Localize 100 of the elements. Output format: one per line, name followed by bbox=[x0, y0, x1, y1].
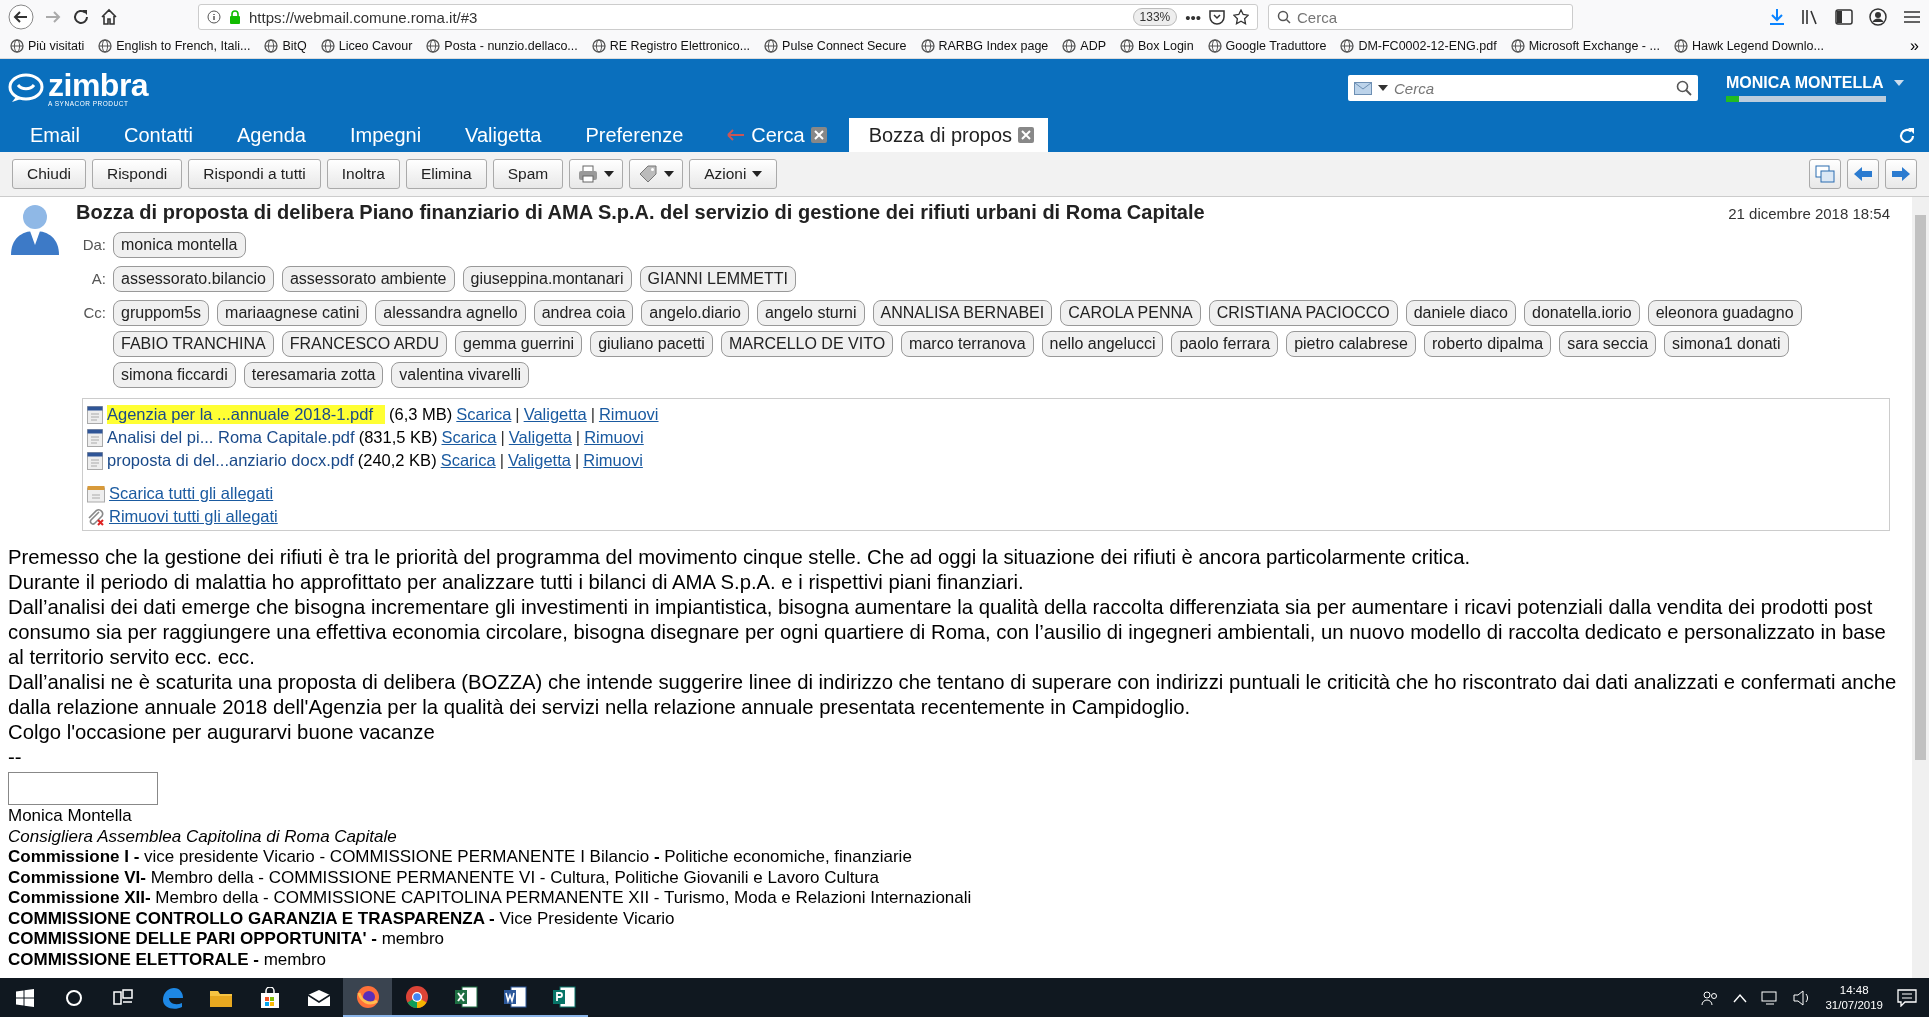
address-chip[interactable]: eleonora guadagno bbox=[1647, 300, 1802, 326]
address-chip[interactable]: nello angelucci bbox=[1041, 331, 1164, 357]
address-chip[interactable]: giuseppina.montanari bbox=[462, 266, 632, 292]
app-tab[interactable]: Email bbox=[8, 118, 102, 152]
shopping-bag-icon[interactable] bbox=[258, 986, 281, 1009]
attachment-name[interactable]: proposta di del...anziario docx.pdf bbox=[107, 451, 354, 470]
search-icon[interactable] bbox=[1676, 80, 1692, 96]
app-tab[interactable]: Agenda bbox=[214, 118, 328, 152]
attachment-link[interactable]: Valigetta bbox=[507, 451, 571, 470]
attachment-link[interactable]: Scarica bbox=[440, 451, 496, 470]
address-chip[interactable]: paolo ferrara bbox=[1171, 331, 1279, 357]
search-icon[interactable] bbox=[64, 988, 83, 1007]
sidebar-icon[interactable] bbox=[1835, 9, 1853, 25]
message-tab[interactable]: Bozza di propos bbox=[848, 118, 1049, 152]
browser-icon[interactable] bbox=[355, 984, 380, 1009]
toolbar-button[interactable]: Spam bbox=[492, 159, 564, 189]
bookmark-link[interactable]: Più visitati bbox=[28, 39, 85, 53]
address-chip[interactable]: gemma guerrini bbox=[455, 331, 583, 357]
bookmark-link[interactable]: BitQ bbox=[282, 39, 307, 53]
circle-logo-icon[interactable] bbox=[404, 984, 429, 1009]
address-chip[interactable]: angelo sturni bbox=[756, 300, 865, 326]
tab-label[interactable]: Bozza di propos bbox=[868, 123, 1013, 147]
address-chip[interactable]: simona ficcardi bbox=[113, 362, 236, 388]
menu-icon[interactable] bbox=[1903, 10, 1921, 24]
scrollbar[interactable] bbox=[1912, 197, 1929, 978]
bookmark-link[interactable]: Hawk Legend Downlo... bbox=[1691, 39, 1824, 53]
toolbar-button[interactable]: Rispondi a tutti bbox=[188, 159, 321, 189]
toolbar-button[interactable]: Chiudi bbox=[12, 159, 86, 189]
previous-button[interactable] bbox=[1847, 159, 1879, 189]
bookmark-link[interactable]: ADP bbox=[1080, 39, 1106, 53]
bookmark-link[interactable]: RARBG Index page bbox=[938, 39, 1049, 53]
download-all-link[interactable]: Scarica tutti gli allegati bbox=[109, 484, 274, 503]
address-chip[interactable]: roberto dipalma bbox=[1424, 331, 1552, 357]
bookmark-link[interactable]: Google Traduttore bbox=[1225, 39, 1327, 53]
chevron-up-icon[interactable] bbox=[1733, 992, 1748, 1003]
search-tab[interactable]: Cerca bbox=[705, 118, 849, 152]
people-icon[interactable] bbox=[1701, 989, 1720, 1006]
address-chip[interactable]: giuliano pacetti bbox=[590, 331, 713, 357]
attachment-link[interactable]: Scarica bbox=[441, 428, 497, 447]
next-button[interactable] bbox=[1885, 159, 1917, 189]
envelope-icon[interactable] bbox=[306, 988, 331, 1007]
toolbar-button[interactable]: Inoltra bbox=[326, 159, 400, 189]
notification-icon[interactable] bbox=[1897, 988, 1917, 1007]
bookmark-link[interactable]: RE Registro Elettronico... bbox=[609, 39, 751, 53]
remove-all-link[interactable]: Rimuovi tutti gli allegati bbox=[109, 507, 278, 526]
address-chip[interactable]: CRISTIANA PACIOCCO bbox=[1208, 300, 1398, 326]
address-chip[interactable]: donatella.iorio bbox=[1524, 300, 1640, 326]
address-chip[interactable]: FABIO TRANCHINA bbox=[113, 331, 274, 357]
address-chip[interactable]: monica montella bbox=[113, 232, 246, 258]
attachment-link[interactable]: Valigetta bbox=[508, 428, 572, 447]
bookmark-link[interactable]: DM-FC0002-12-ENG.pdf bbox=[1358, 39, 1497, 53]
task-view-icon[interactable] bbox=[112, 988, 133, 1007]
address-bar[interactable]: https://webmail.comune.roma.it/#3 133% ••• bbox=[198, 4, 1258, 30]
address-chip[interactable]: FRANCESCO ARDU bbox=[281, 331, 447, 357]
address-chip[interactable]: andrea coia bbox=[533, 300, 634, 326]
zoom-level-button[interactable]: 133% bbox=[1132, 8, 1178, 26]
network-icon[interactable] bbox=[1761, 989, 1780, 1006]
user-name-menu[interactable]: MONICA MONTELLA bbox=[1726, 74, 1884, 92]
address-chip[interactable]: GIANNI LEMMETTI bbox=[639, 266, 796, 292]
print-menu-button[interactable] bbox=[569, 159, 624, 189]
address-chip[interactable]: valentina vivarelli bbox=[391, 362, 530, 388]
attachment-link[interactable]: Rimuovi bbox=[598, 405, 659, 424]
windows-logo-icon[interactable] bbox=[15, 988, 34, 1007]
attachment-link[interactable]: Rimuovi bbox=[584, 428, 644, 447]
address-chip[interactable]: alessandra agnello bbox=[375, 300, 526, 326]
attachment-link[interactable]: Scarica bbox=[456, 405, 512, 424]
bookmark-link[interactable]: Liceo Cavour bbox=[338, 39, 413, 53]
bookmark-link[interactable]: Pulse Connect Secure bbox=[782, 39, 907, 53]
address-chip[interactable]: CAROLA PENNA bbox=[1060, 300, 1201, 326]
reload-icon[interactable] bbox=[72, 8, 90, 26]
download-icon[interactable] bbox=[1769, 8, 1785, 26]
address-chip[interactable]: daniele diaco bbox=[1405, 300, 1516, 326]
toolbar-button[interactable]: Rispondi bbox=[91, 159, 183, 189]
bookmark-link[interactable]: Box Login bbox=[1138, 39, 1194, 53]
account-icon[interactable] bbox=[1869, 8, 1887, 26]
bookmark-link[interactable]: Microsoft Exchange - ... bbox=[1528, 39, 1660, 53]
search-box[interactable]: Cerca bbox=[1268, 4, 1573, 30]
refresh-icon[interactable] bbox=[1897, 126, 1917, 146]
attachment-name[interactable]: Agenzia per la ...annuale 2018-1.pdf bbox=[107, 405, 386, 424]
address-chip[interactable]: simona1 donati bbox=[1664, 331, 1789, 357]
bookmark-link[interactable]: English to French, Itali... bbox=[116, 39, 251, 53]
library-icon[interactable] bbox=[1801, 9, 1819, 25]
tag-menu-button[interactable] bbox=[629, 159, 684, 189]
address-chip[interactable]: mariaagnese catini bbox=[217, 300, 368, 326]
address-chip[interactable]: marco terranova bbox=[901, 331, 1034, 357]
back-icon[interactable] bbox=[8, 4, 34, 30]
attachment-link[interactable]: Rimuovi bbox=[583, 451, 643, 470]
address-chip[interactable]: teresamaria zotta bbox=[243, 362, 384, 388]
page-actions-button[interactable]: ••• bbox=[1185, 8, 1201, 26]
address-chip[interactable]: pietro calabrese bbox=[1286, 331, 1416, 357]
tab-label[interactable]: Cerca bbox=[751, 123, 805, 147]
close-icon[interactable] bbox=[810, 127, 827, 143]
pocket-icon[interactable] bbox=[1209, 9, 1225, 25]
address-chip[interactable]: ANNALISA BERNABEI bbox=[872, 300, 1053, 326]
taskbar-clock[interactable]: 14:48 31/07/2019 bbox=[1825, 982, 1883, 1013]
star-icon[interactable] bbox=[1233, 9, 1249, 25]
mail-search-field[interactable]: Cerca bbox=[1394, 79, 1670, 97]
address-chip[interactable]: assessorato.bilancio bbox=[113, 266, 274, 292]
address-chip[interactable]: assessorato ambiente bbox=[281, 266, 455, 292]
actions-menu-button[interactable]: Azioni bbox=[689, 159, 778, 189]
